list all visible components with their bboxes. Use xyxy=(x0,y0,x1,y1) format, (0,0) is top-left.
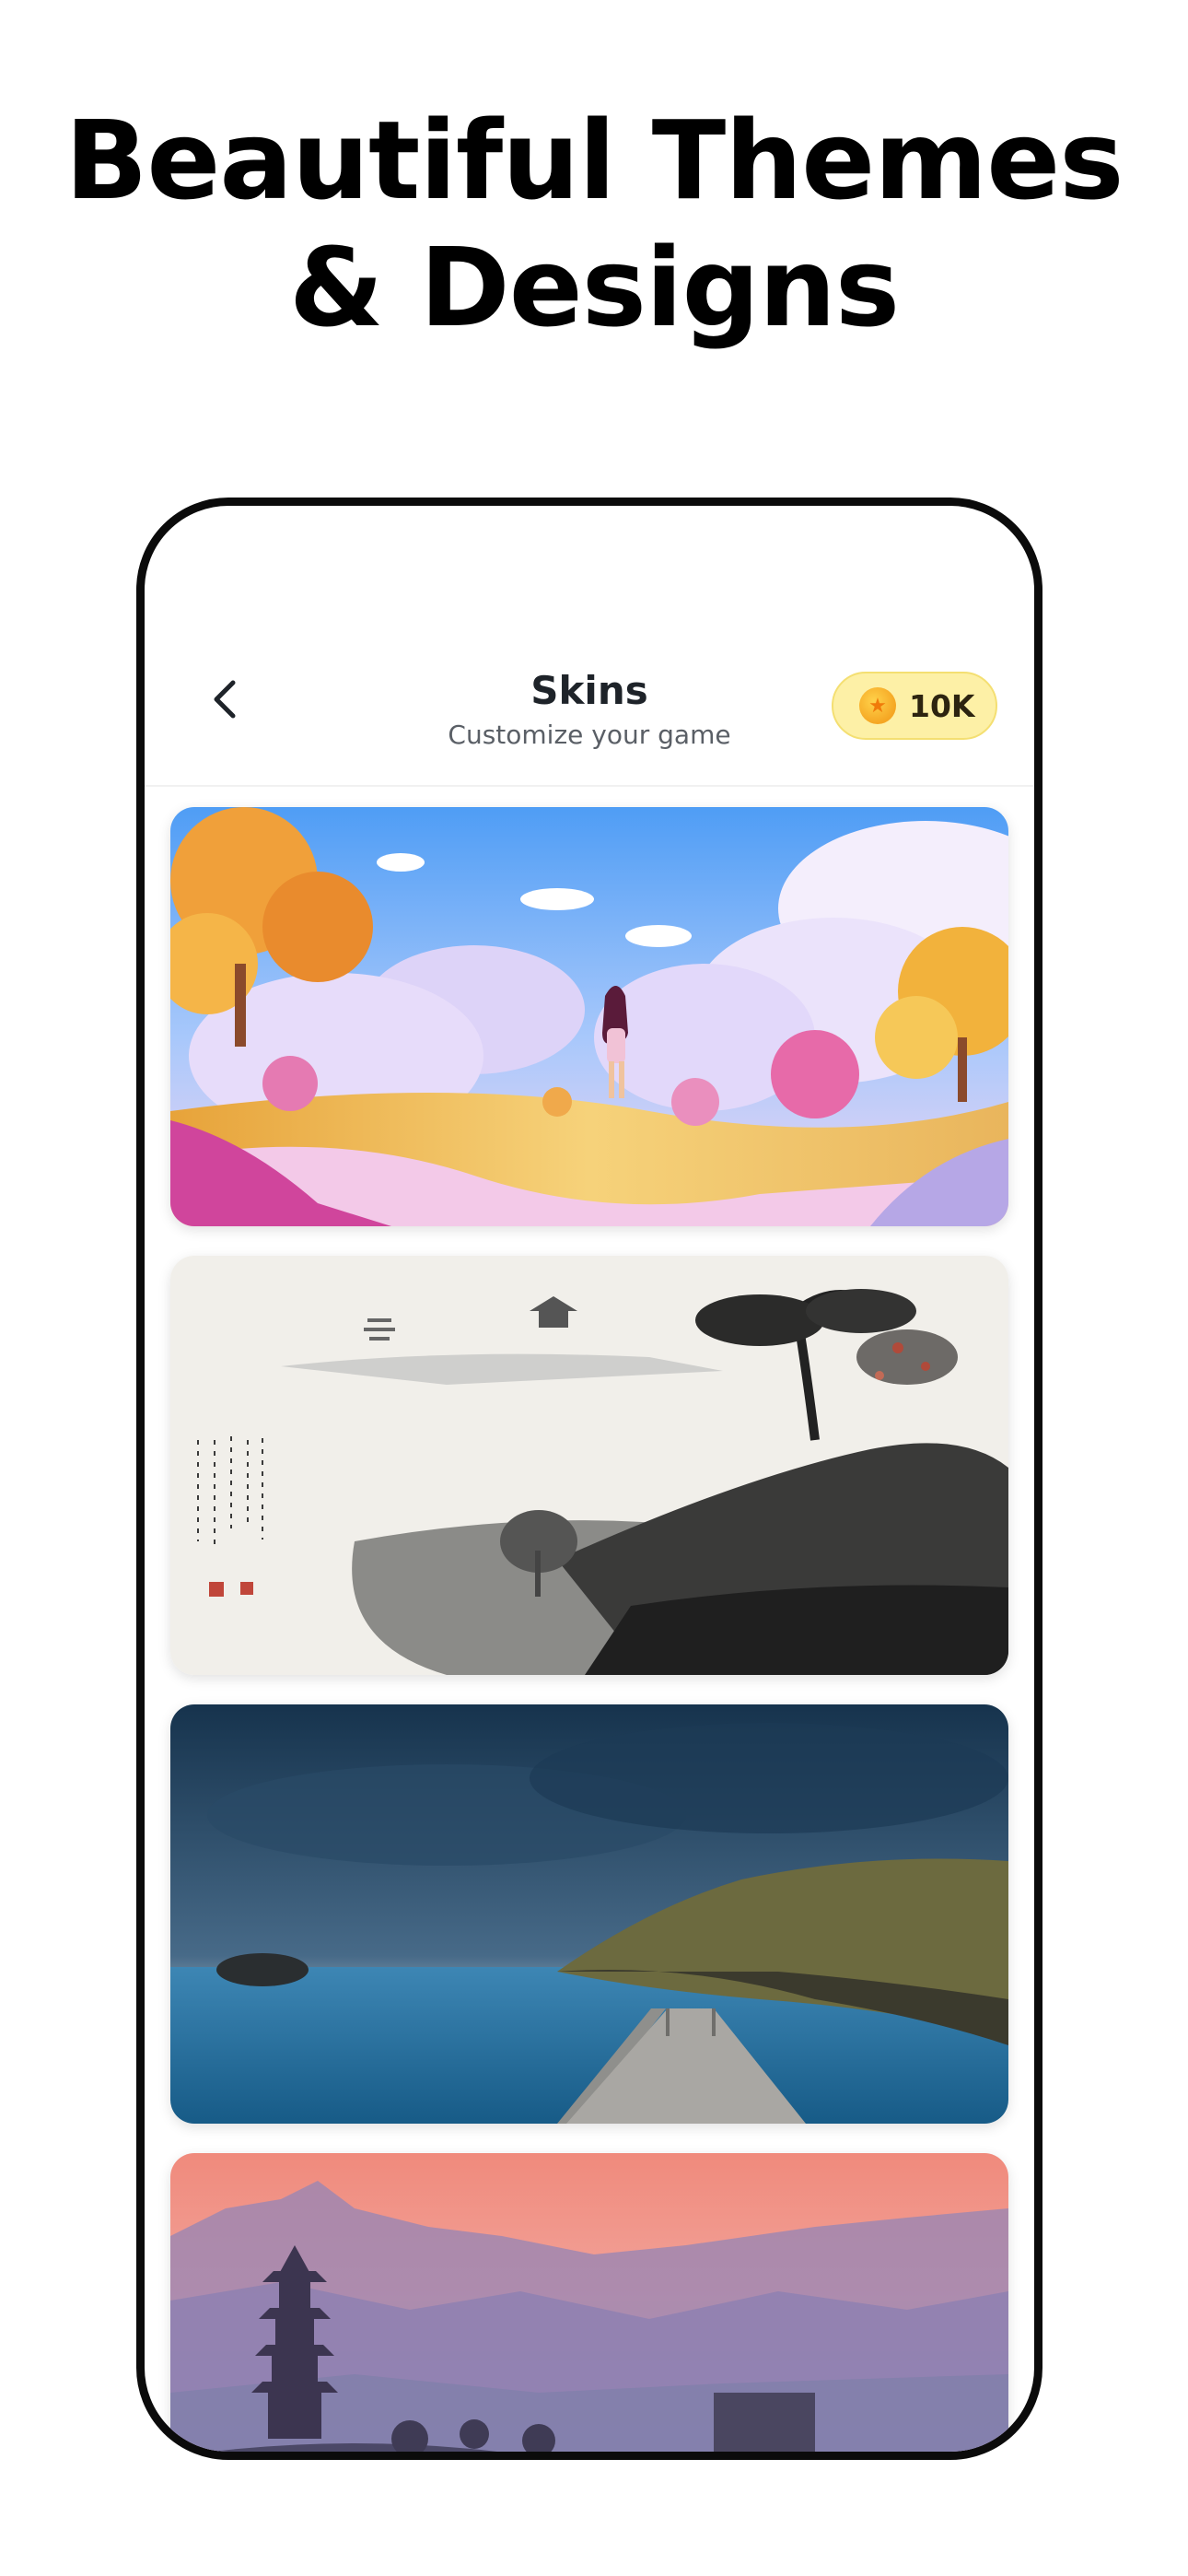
skin-thumbnail-fantasy xyxy=(170,807,1008,1226)
skin-card-ocean[interactable] xyxy=(170,1704,1008,2124)
headline-line-1: Beautiful Themes xyxy=(64,97,1124,224)
phone-frame: Skins Customize your game ★ 10K xyxy=(136,498,1042,2460)
skin-thumbnail-ink-wash xyxy=(170,1256,1008,1675)
headline-line-2: & Designs xyxy=(288,224,900,351)
skin-card-fantasy[interactable] xyxy=(170,807,1008,1226)
coin-balance-badge[interactable]: ★ 10K xyxy=(832,672,997,740)
nav-header: Skins Customize your game ★ 10K xyxy=(145,506,1034,787)
coin-balance: 10K xyxy=(909,687,975,724)
skin-thumbnail-ocean xyxy=(170,1704,1008,2124)
marketing-headline: Beautiful Themes & Designs xyxy=(0,97,1188,351)
skins-list xyxy=(170,807,1008,2452)
coin-icon: ★ xyxy=(859,687,896,724)
skin-card-pagoda[interactable] xyxy=(170,2153,1008,2452)
skin-card-ink-wash[interactable] xyxy=(170,1256,1008,1675)
skin-thumbnail-pagoda xyxy=(170,2153,1008,2452)
